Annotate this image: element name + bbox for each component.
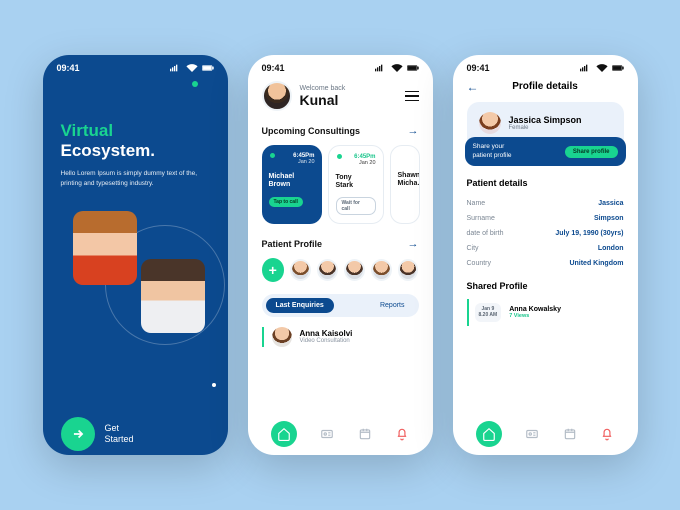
detail-row: date of birthJuly 19, 1990 (30yrs) (467, 226, 624, 241)
get-started[interactable]: Get Started (61, 417, 134, 451)
detail-row: CountryUnited Kingdom (467, 256, 624, 271)
status-bar: 09:41 (248, 55, 433, 77)
status-bar: 09:41 (453, 55, 638, 77)
status-indicators (170, 64, 214, 72)
profile-avatar[interactable] (317, 259, 338, 281)
nav-home[interactable] (476, 421, 502, 447)
user-avatar[interactable] (262, 81, 292, 111)
upcoming-title: Upcoming Consultings (262, 126, 361, 136)
card-date: Jan 20 (336, 160, 376, 166)
splash-photos (61, 211, 210, 351)
profile-avatar[interactable] (344, 259, 365, 281)
shared-profile-title: Shared Profile (467, 281, 624, 291)
card-name: ShawnMicha… (398, 172, 412, 189)
status-dot-icon (337, 154, 342, 159)
bell-icon (600, 427, 614, 441)
get-started-label: Get Started (105, 423, 134, 445)
status-indicators (580, 64, 624, 72)
profile-avatar[interactable] (371, 259, 392, 281)
wait-for-call-button[interactable]: Wait for call (336, 197, 376, 215)
status-time: 09:41 (467, 63, 490, 73)
status-time: 09:41 (57, 63, 80, 73)
profile-card-avatar (479, 112, 501, 134)
status-time: 09:41 (262, 63, 285, 73)
arrow-right-icon (71, 427, 85, 441)
share-text: Share your patient profile (473, 143, 512, 160)
upcoming-see-all[interactable]: → (408, 125, 419, 137)
profile-card: Jassica Simpson Female Share your patien… (467, 102, 624, 154)
add-profile-button[interactable]: + (262, 258, 285, 282)
detail-row: NameJassica (467, 196, 624, 211)
enquiry-avatar (272, 327, 292, 347)
consulting-card-1[interactable]: 6:45Pm Jan 20 MichaelBrown Tap to call (262, 145, 322, 224)
splash-subtitle: Hello Lorem Ipsum is simply dummy text o… (61, 169, 210, 189)
home-icon (277, 427, 291, 441)
detail-row: CityLondon (467, 241, 624, 256)
profile-title: Patient Profile (262, 239, 323, 249)
decor-dot-green (192, 81, 198, 87)
enquiry-name: Anna Kaisolvi (300, 329, 353, 338)
bottom-nav (453, 421, 638, 447)
decor-dot-white (212, 383, 216, 387)
patient-details-title: Patient details (467, 178, 624, 188)
menu-button[interactable] (405, 91, 419, 102)
nav-calendar[interactable] (563, 427, 577, 441)
welcome-label: Welcome back (300, 85, 346, 92)
nav-calendar[interactable] (358, 427, 372, 441)
enquiry-tabs: Last Enquiries Reports (262, 294, 419, 317)
profile-avatar[interactable] (398, 259, 419, 281)
calendar-icon (563, 427, 577, 441)
shared-date: Jan 9 8.20 AM (475, 303, 502, 322)
detail-row: SurnameSimpson (467, 211, 624, 226)
id-card-icon (525, 427, 539, 441)
shared-profile-item[interactable]: Jan 9 8.20 AM Anna Kowalsky 7 Views (467, 299, 624, 326)
nav-id[interactable] (320, 427, 334, 441)
screen-title: Profile details (512, 81, 578, 92)
enquiry-sub: Video Consultation (300, 338, 353, 344)
enquiry-item[interactable]: Anna Kaisolvi Video Consultation (262, 327, 419, 347)
consulting-card-2[interactable]: 6:45Pm Jan 20 TonyStark Wait for call (328, 145, 384, 224)
profile-card-gender: Female (509, 125, 582, 131)
get-started-button[interactable] (61, 417, 95, 451)
status-bar: 09:41 (43, 55, 228, 77)
home-icon (482, 427, 496, 441)
dashboard-screen: 09:41 Welcome back Kunal Upcoming Consul… (248, 55, 433, 455)
nav-notifications[interactable] (395, 427, 409, 441)
share-bar: Share your patient profile Share profile (465, 137, 626, 166)
splash-photo-1 (73, 211, 137, 285)
id-card-icon (320, 427, 334, 441)
tab-last-enquiries[interactable]: Last Enquiries (266, 298, 334, 313)
card-name: TonyStark (336, 174, 376, 191)
bell-icon (395, 427, 409, 441)
profile-avatar[interactable] (290, 259, 311, 281)
status-dot-icon (270, 153, 275, 158)
tap-to-call-button[interactable]: Tap to call (269, 197, 303, 207)
tab-reports[interactable]: Reports (370, 298, 415, 313)
profile-details-screen: 09:41 ← Profile details Jassica Simpson … (453, 55, 638, 455)
card-date: Jan 20 (269, 159, 315, 165)
consultings-cards[interactable]: 6:45Pm Jan 20 MichaelBrown Tap to call 6… (262, 145, 419, 224)
nav-home[interactable] (271, 421, 297, 447)
back-button[interactable]: ← (467, 80, 479, 94)
bottom-nav (248, 421, 433, 447)
status-indicators (375, 64, 419, 72)
consulting-card-3[interactable]: ShawnMicha… (390, 145, 420, 224)
splash-title-1: Virtual (61, 121, 210, 141)
splash-screen: 09:41 Virtual Ecosystem. Hello Lorem Ips… (43, 55, 228, 455)
shared-views: 7 Views (509, 313, 561, 319)
nav-notifications[interactable] (600, 427, 614, 441)
username: Kunal (300, 92, 346, 108)
profile-card-name: Jassica Simpson (509, 115, 582, 125)
splash-title-2: Ecosystem. (61, 141, 210, 161)
splash-photo-2 (141, 259, 205, 333)
nav-id[interactable] (525, 427, 539, 441)
card-name: MichaelBrown (269, 173, 315, 190)
share-profile-button[interactable]: Share profile (565, 146, 618, 158)
shared-name: Anna Kowalsky (509, 306, 561, 313)
calendar-icon (358, 427, 372, 441)
profile-see-all[interactable]: → (408, 238, 419, 250)
